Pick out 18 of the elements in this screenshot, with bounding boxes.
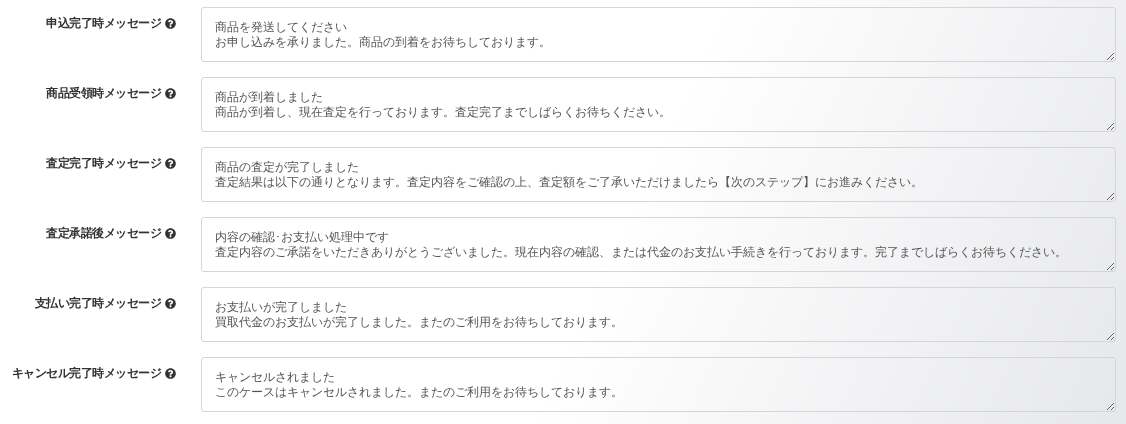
- help-icon[interactable]: [165, 17, 176, 29]
- message-textarea[interactable]: 内容の確認･お支払い処理中です 査定内容のご承諾をいただきありがとうございました。現在内容の確認、または代金のお支払い手続きを行っております。完了までしばらくお待ちください。: [201, 217, 1116, 272]
- message-textarea[interactable]: 商品を発送してください お申し込みを承りました。商品の到着をお待ちしております。: [201, 7, 1116, 62]
- message-textarea[interactable]: 商品が到着しました 商品が到着し、現在査定を行っております。査定完了までしばらくお待ちください。: [201, 77, 1116, 132]
- help-icon[interactable]: [165, 87, 176, 99]
- field-label: 査定完了時メッセージ: [46, 155, 161, 172]
- field-label: 商品受領時メッセージ: [46, 85, 161, 102]
- help-icon[interactable]: [165, 227, 176, 239]
- help-icon[interactable]: [165, 297, 176, 309]
- message-textarea[interactable]: 商品の査定が完了しました 査定結果は以下の通りとなります。査定内容をご確認の上、査定額をご了承いただけましたら【次のステップ】にお進みください。: [201, 147, 1116, 202]
- field-label: 支払い完了時メッセージ: [34, 295, 161, 312]
- message-textarea[interactable]: お支払いが完了しました 買取代金のお支払いが完了しました。またのご利用をお待ちしております。: [201, 287, 1116, 342]
- field-label: キャンセル完了時メッセージ: [11, 365, 161, 382]
- help-icon[interactable]: [165, 367, 176, 379]
- field-label: 申込完了時メッセージ: [46, 15, 161, 32]
- message-textarea[interactable]: キャンセルされました このケースはキャンセルされました。またのご利用をお待ちしております。: [201, 357, 1116, 412]
- help-icon[interactable]: [165, 157, 176, 169]
- field-label: 査定承諾後メッセージ: [46, 225, 161, 242]
